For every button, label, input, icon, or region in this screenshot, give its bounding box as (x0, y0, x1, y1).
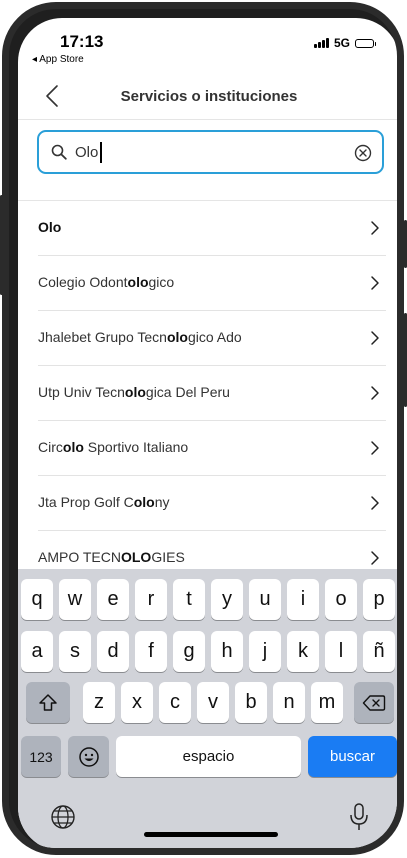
key-u[interactable]: u (249, 579, 281, 620)
result-row[interactable]: Jta Prop Golf Colony (38, 476, 386, 531)
status-bar: 17:13 ◂ App Store 5G (18, 18, 397, 72)
key-d[interactable]: d (97, 631, 129, 672)
clear-circle-icon[interactable] (354, 144, 372, 162)
result-text: gica Del Peru (145, 384, 230, 400)
key-ñ[interactable]: ñ (363, 631, 395, 672)
result-text: AMPO TECN (38, 549, 121, 565)
result-match-text: olo (124, 384, 146, 400)
screen: 17:13 ◂ App Store 5G Servicios o institu… (18, 18, 397, 848)
result-row[interactable]: Jhalebet Grupo Tecnologico Ado (38, 311, 386, 366)
key-g[interactable]: g (173, 631, 205, 672)
text-cursor (100, 142, 102, 163)
page-title: Servicios o instituciones (120, 88, 298, 105)
search-section (18, 120, 397, 201)
chevron-right-icon (371, 276, 379, 290)
key-c[interactable]: c (159, 682, 191, 723)
delete-icon (362, 694, 386, 711)
key-m[interactable]: m (311, 682, 343, 723)
result-text: Colegio Odont (38, 274, 128, 290)
magnifier-icon (51, 144, 67, 160)
home-indicator (144, 832, 278, 837)
search-field[interactable] (37, 130, 384, 174)
key-l[interactable]: l (325, 631, 357, 672)
phone-frame: 17:13 ◂ App Store 5G Servicios o institu… (2, 2, 404, 855)
result-row[interactable]: Colegio Odontologico (38, 256, 386, 311)
status-time: 17:13 (60, 32, 104, 51)
back-to-app-store-link[interactable]: ◂ App Store (32, 54, 84, 65)
result-label: Olo (38, 219, 61, 235)
keyboard: qwertyuiop asdfghjklñ zxcvbnm 123 espaci… (18, 569, 397, 848)
search-input[interactable] (75, 140, 345, 164)
result-text: GIES (151, 549, 185, 565)
chevron-right-icon (371, 441, 379, 455)
result-match-text: olo (127, 274, 149, 290)
key-a[interactable]: a (21, 631, 53, 672)
volume-button (0, 195, 3, 295)
nav-bar: Servicios o instituciones (18, 75, 397, 120)
result-label: Jhalebet Grupo Tecnologico Ado (38, 329, 242, 345)
result-match-text: olo (133, 494, 155, 510)
result-match-text: olo (62, 439, 84, 455)
result-text: Sportivo Italiano (83, 439, 189, 455)
result-label: AMPO TECNOLOGIES (38, 549, 185, 565)
numbers-key[interactable]: 123 (21, 736, 61, 777)
result-match-text: olo (166, 329, 188, 345)
result-text: gico Ado (187, 329, 242, 345)
result-label: Utp Univ Tecnologica Del Peru (38, 384, 230, 400)
globe-icon[interactable] (50, 804, 76, 830)
key-y[interactable]: y (211, 579, 243, 620)
result-match-text: OLO (120, 549, 152, 565)
result-label: Circolo Sportivo Italiano (38, 439, 188, 455)
status-indicators: 5G (313, 36, 376, 50)
key-n[interactable]: n (273, 682, 305, 723)
result-match-text: Olo (38, 219, 62, 235)
key-e[interactable]: e (97, 579, 129, 620)
result-text: Circ (38, 439, 63, 455)
result-text: Jhalebet Grupo Tecn (38, 329, 167, 345)
network-label: 5G (333, 36, 350, 50)
key-b[interactable]: b (235, 682, 267, 723)
result-row[interactable]: Circolo Sportivo Italiano (38, 421, 386, 476)
battery-icon (355, 38, 376, 48)
key-i[interactable]: i (287, 579, 319, 620)
shift-key[interactable] (26, 682, 70, 723)
key-f[interactable]: f (135, 631, 167, 672)
result-text: ny (154, 494, 170, 510)
key-p[interactable]: p (363, 579, 395, 620)
result-label: Colegio Odontologico (38, 274, 174, 290)
key-h[interactable]: h (211, 631, 243, 672)
chevron-right-icon (371, 496, 379, 510)
chevron-right-icon (371, 386, 379, 400)
key-x[interactable]: x (121, 682, 153, 723)
space-key[interactable]: espacio (116, 736, 301, 777)
results-list: Olo Colegio Odontologico Jhalebet Grupo Te… (18, 201, 397, 572)
key-q[interactable]: q (21, 579, 53, 620)
result-label: Jta Prop Golf Colony (38, 494, 170, 510)
chevron-right-icon (371, 331, 379, 345)
result-row[interactable]: AMPO TECNOLOGIES (38, 531, 386, 572)
delete-key[interactable] (354, 682, 394, 723)
chevron-right-icon (371, 221, 379, 235)
shift-icon (39, 693, 57, 711)
key-t[interactable]: t (173, 579, 205, 620)
search-submit-key[interactable]: buscar (308, 736, 397, 777)
key-r[interactable]: r (135, 579, 167, 620)
key-o[interactable]: o (325, 579, 357, 620)
result-text: Jta Prop Golf C (38, 494, 134, 510)
emoji-icon (78, 746, 99, 767)
signal-icon (313, 38, 329, 48)
key-s[interactable]: s (59, 631, 91, 672)
result-text: Utp Univ Tecn (38, 384, 125, 400)
emoji-key[interactable] (68, 736, 109, 777)
result-row[interactable]: Olo (38, 201, 386, 256)
key-z[interactable]: z (83, 682, 115, 723)
result-text: gico (148, 274, 175, 290)
key-w[interactable]: w (59, 579, 91, 620)
key-k[interactable]: k (287, 631, 319, 672)
result-row[interactable]: Utp Univ Tecnologica Del Peru (38, 366, 386, 421)
chevron-right-icon (371, 551, 379, 565)
microphone-icon[interactable] (348, 802, 370, 832)
key-v[interactable]: v (197, 682, 229, 723)
key-j[interactable]: j (249, 631, 281, 672)
